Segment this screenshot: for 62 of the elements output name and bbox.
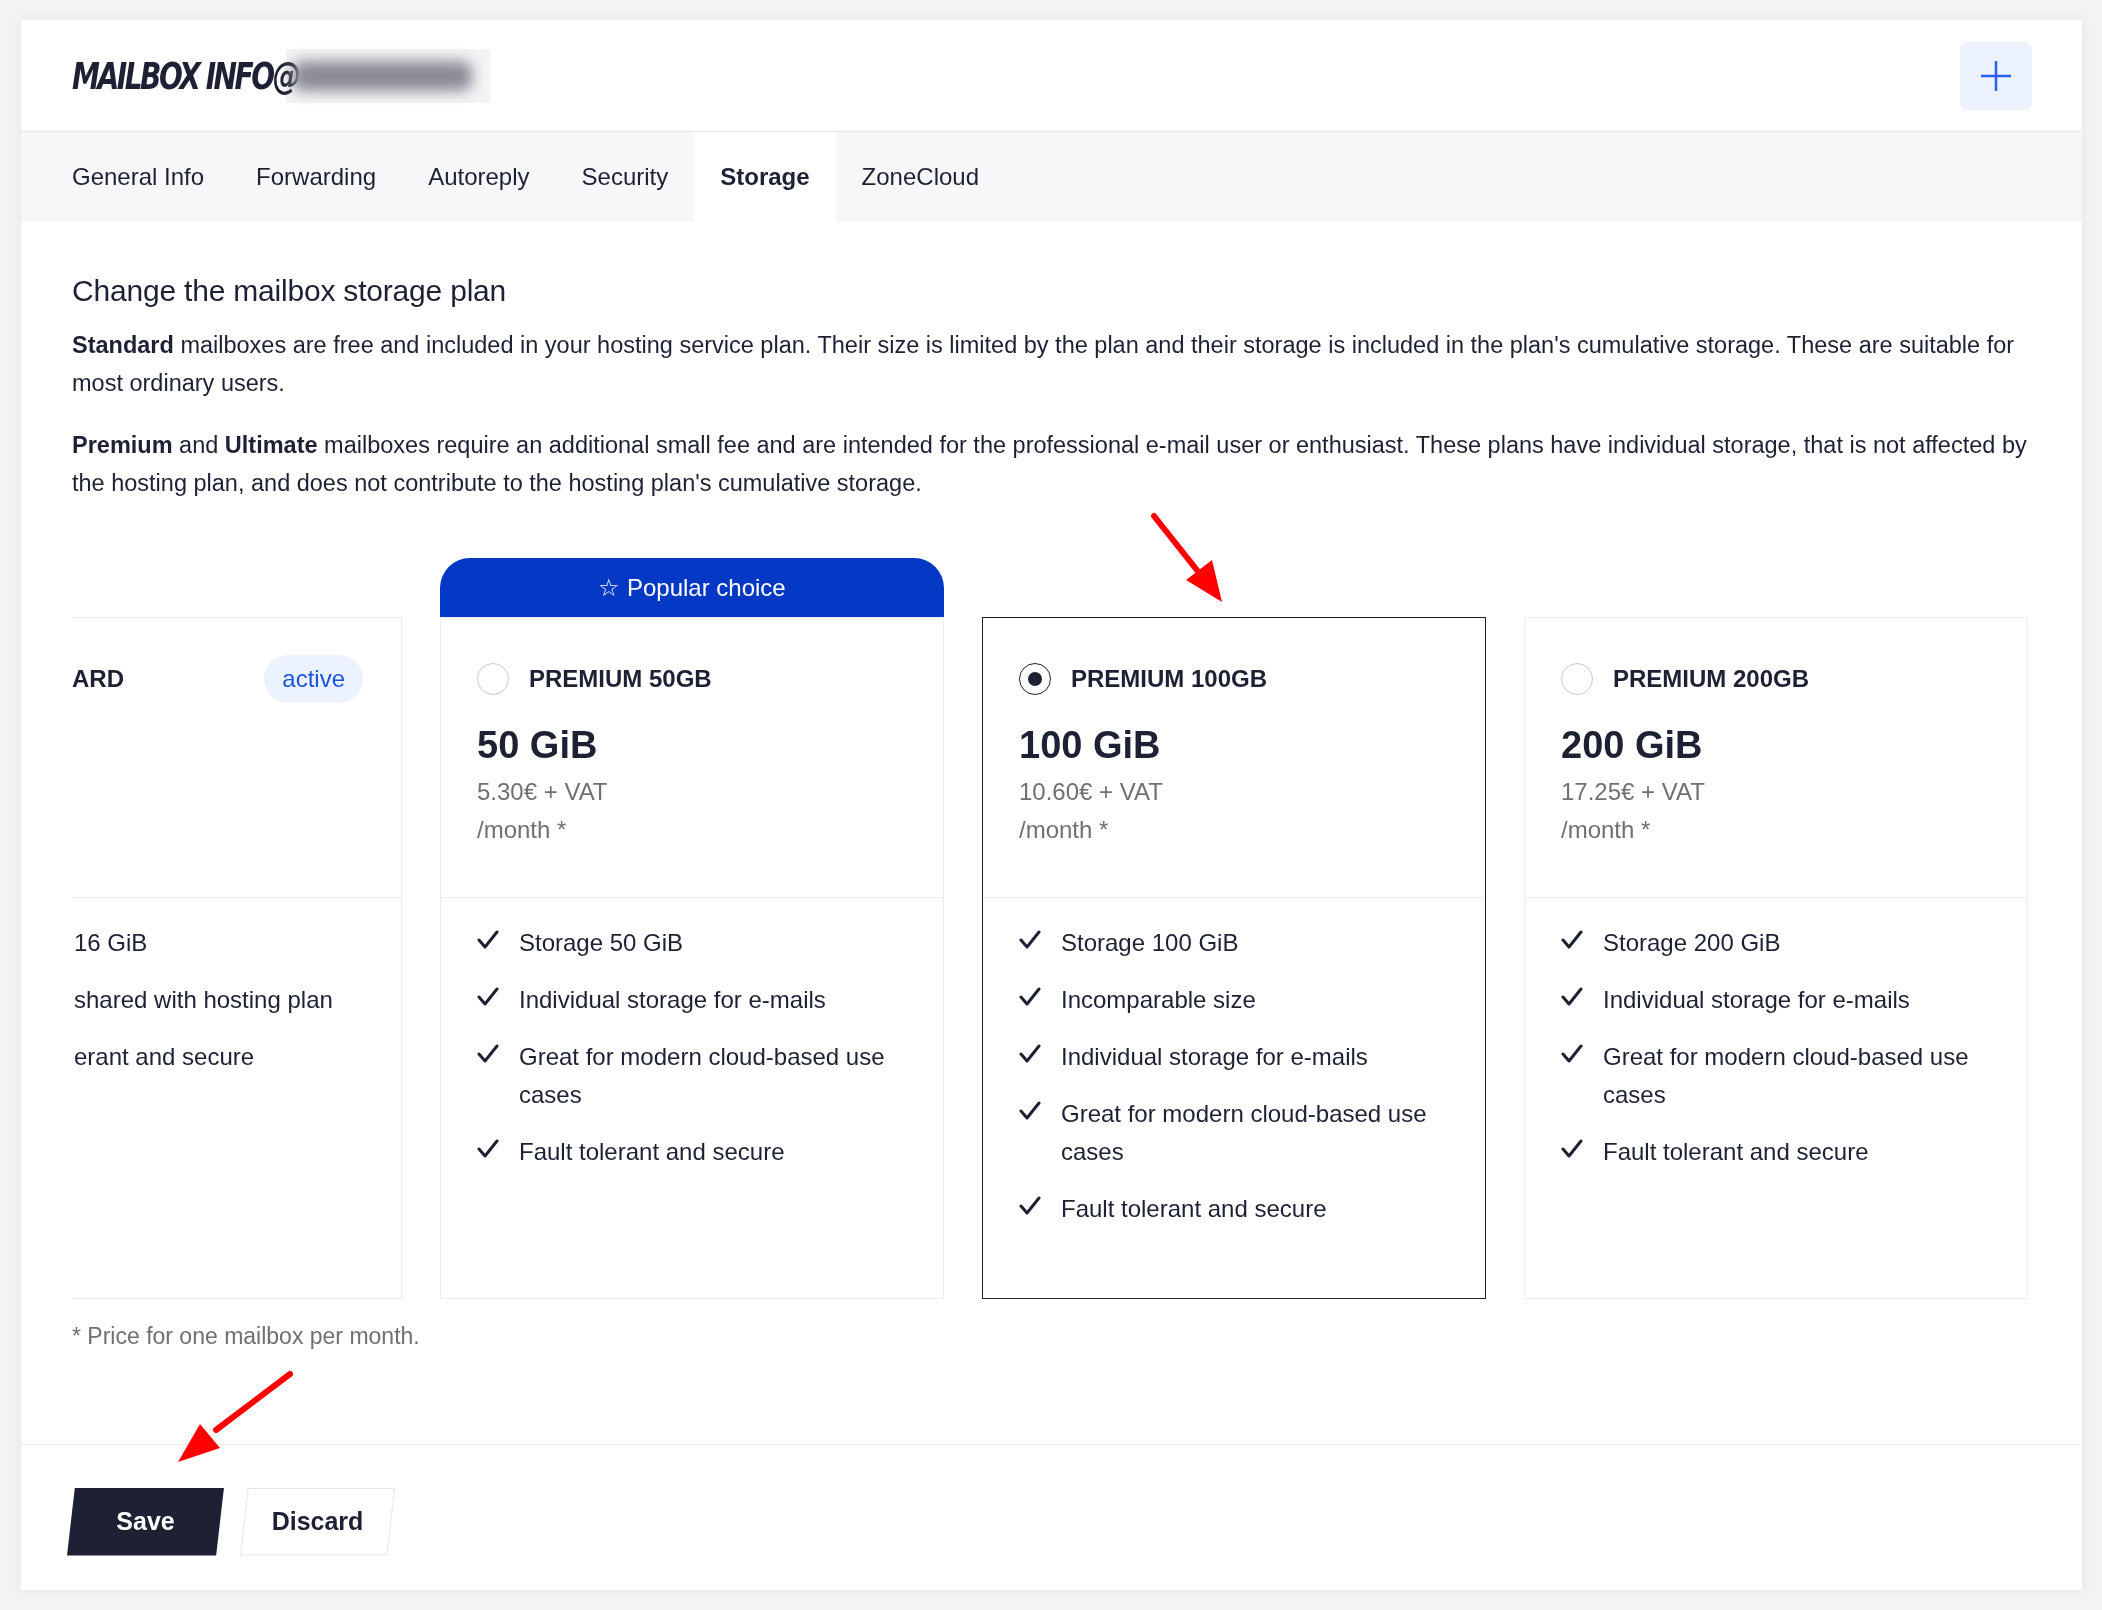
plan-feature: Fault tolerant and secure	[1061, 1194, 1327, 1224]
plan-name: PREMIUM 50GB	[529, 665, 712, 693]
plan-feature: Storage 50 GiB	[519, 928, 684, 958]
check-icon	[1561, 987, 1583, 1007]
plan-price: 5.30€ + VAT	[477, 777, 609, 807]
plan-feature: Storage 100 GiB	[1061, 928, 1239, 958]
check-icon	[1019, 1196, 1041, 1216]
tab[interactable]: Autoreply	[402, 132, 556, 222]
footnote: * Price for one mailbox per month.	[72, 1323, 421, 1350]
plan-card[interactable]: PREMIUM 100GB 100 GiB 10.60€ + VAT /month * Storage 100 GiB Incomparable size Individual storage for e-mails Great for modern cloud-based use cases Fault tolerant and secure	[982, 617, 1486, 1299]
check-icon	[1019, 987, 1041, 1007]
plan-card[interactable]: PREMIUM 200GB 200 GiB 17.25€ + VAT /month * Storage 200 GiB Individual storage for e-mails Great for modern cloud-based use cases Fault tolerant and secure	[1524, 617, 2028, 1299]
active-badge: active	[264, 655, 363, 703]
plan-feature: Individual storage for e-mails	[1061, 1042, 1368, 1072]
tab[interactable]: Storage	[694, 132, 836, 222]
add-button[interactable]	[1960, 41, 2032, 110]
tab[interactable]: ZoneCloud	[835, 132, 1005, 222]
plan-price: 10.60€ + VAT	[1019, 777, 1164, 807]
check-icon	[477, 987, 499, 1007]
description-paragraph: Standard mailboxes are free and included in your hosting service plan. Their size is limited by the plan and their storage is included in the plan's cumulative storage. These are suitable for most ordinary users.	[72, 331, 2016, 398]
plan-feature: erant and secure	[74, 1042, 255, 1072]
plan-feature: Great for modern cloud-based use cases	[1603, 1042, 1970, 1110]
plan-feature: Individual storage for e-mails	[519, 985, 826, 1015]
check-icon	[1019, 1101, 1041, 1121]
popular-choice-ribbon: ☆ Popular choice	[440, 558, 944, 617]
discard-button[interactable]: Discard	[240, 1487, 395, 1556]
check-icon	[1561, 1139, 1583, 1159]
plan-feature: Individual storage for e-mails	[1603, 985, 1910, 1015]
tab[interactable]: Security	[555, 132, 695, 222]
plan-name: ARD	[72, 665, 124, 693]
plan-size: 200 GiB	[1561, 724, 1704, 767]
check-icon	[477, 1044, 499, 1064]
tab[interactable]: General Info	[46, 132, 231, 222]
save-button[interactable]: Save	[67, 1487, 224, 1556]
plan-feature: Incomparable size	[1061, 985, 1256, 1015]
plan-feature: Fault tolerant and secure	[1603, 1137, 1869, 1167]
plan-feature: Storage 200 GiB	[1603, 928, 1781, 958]
description-paragraph: Premium and Ultimate mailboxes require an additional small fee and are intended for the professional e-mail user or enthusiast. These plans have individual storage, that is not affected by the hosting plan, and does not contribute to the hosting plan's cumulative storage.	[72, 431, 2028, 498]
check-icon	[1561, 930, 1583, 950]
plan-feature: 16 GiB	[74, 928, 148, 958]
mailbox-title: MAILBOX INFO@	[72, 53, 299, 98]
plan-period: /month *	[1019, 815, 1110, 845]
check-icon	[477, 930, 499, 950]
check-icon	[477, 1139, 499, 1159]
plan-feature: Great for modern cloud-based use cases	[1061, 1099, 1428, 1167]
plan-feature: shared with hosting plan	[74, 985, 333, 1015]
plan-period: /month *	[477, 815, 568, 845]
plan-card[interactable]: PREMIUM 50GB 50 GiB 5.30€ + VAT /month * Storage 50 GiB Individual storage for e-mails Great for modern cloud-based use cases Fault tolerant and secure	[440, 617, 944, 1299]
section-heading: Change the mailbox storage plan	[72, 274, 508, 308]
plan-name: PREMIUM 200GB	[1613, 665, 1810, 693]
tab[interactable]: Forwarding	[230, 132, 403, 222]
plus-icon	[1980, 59, 2012, 92]
plan-feature: Fault tolerant and secure	[519, 1137, 785, 1167]
check-icon	[1561, 1044, 1583, 1064]
plan-feature: Great for modern cloud-based use cases	[519, 1042, 886, 1110]
plan-name: PREMIUM 100GB	[1071, 665, 1268, 693]
plan-size: 100 GiB	[1019, 724, 1162, 767]
check-icon	[1019, 1044, 1041, 1064]
plan-price: 17.25€ + VAT	[1561, 777, 1706, 807]
check-icon	[1019, 930, 1041, 950]
plan-size: 50 GiB	[477, 724, 599, 767]
plan-period: /month *	[1561, 815, 1652, 845]
